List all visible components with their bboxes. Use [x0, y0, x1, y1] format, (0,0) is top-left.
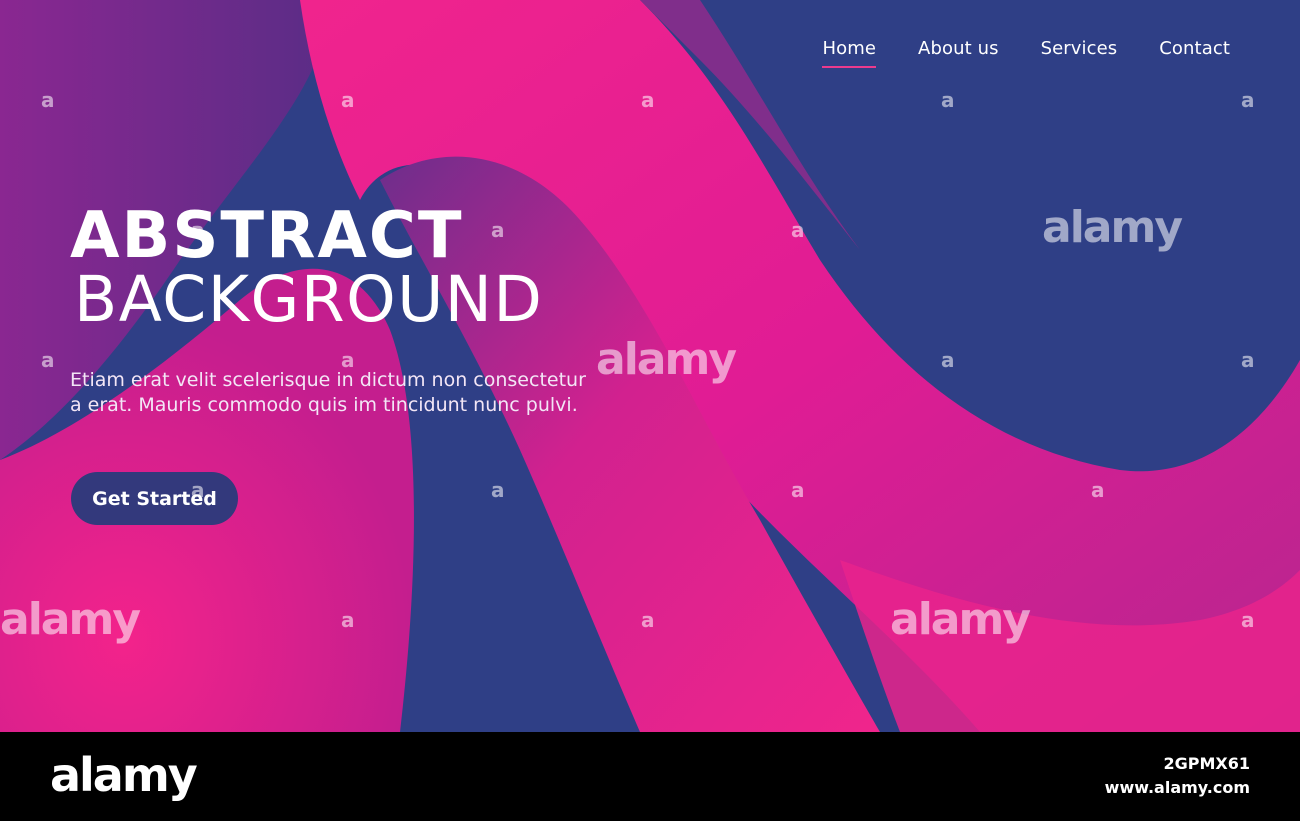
image-id: 2GPMX61: [1163, 754, 1250, 773]
hero-description: Etiam erat velit scelerisque in dictum n…: [70, 369, 586, 416]
footer-url: www.alamy.com: [1104, 778, 1250, 797]
stock-footer: alamy 2GPMX61 www.alamy.com: [0, 732, 1300, 821]
hero-title-line1: ABSTRACT: [70, 199, 464, 273]
nav-item-contact[interactable]: Contact: [1159, 38, 1230, 65]
hero-title-line2: BACKGROUND: [74, 263, 544, 336]
nav-item-services[interactable]: Services: [1041, 38, 1118, 65]
footer-logo: alamy: [50, 748, 198, 802]
abstract-fluid-background: [0, 0, 1300, 732]
hero-section: Home About us Services Contact ABSTRACT …: [0, 0, 1300, 732]
nav-item-about-us[interactable]: About us: [918, 38, 999, 65]
nav-item-home[interactable]: Home: [822, 38, 876, 68]
top-navigation: Home About us Services Contact: [822, 38, 1230, 68]
get-started-button[interactable]: Get Started: [71, 472, 238, 525]
page: Home About us Services Contact ABSTRACT …: [0, 0, 1300, 821]
